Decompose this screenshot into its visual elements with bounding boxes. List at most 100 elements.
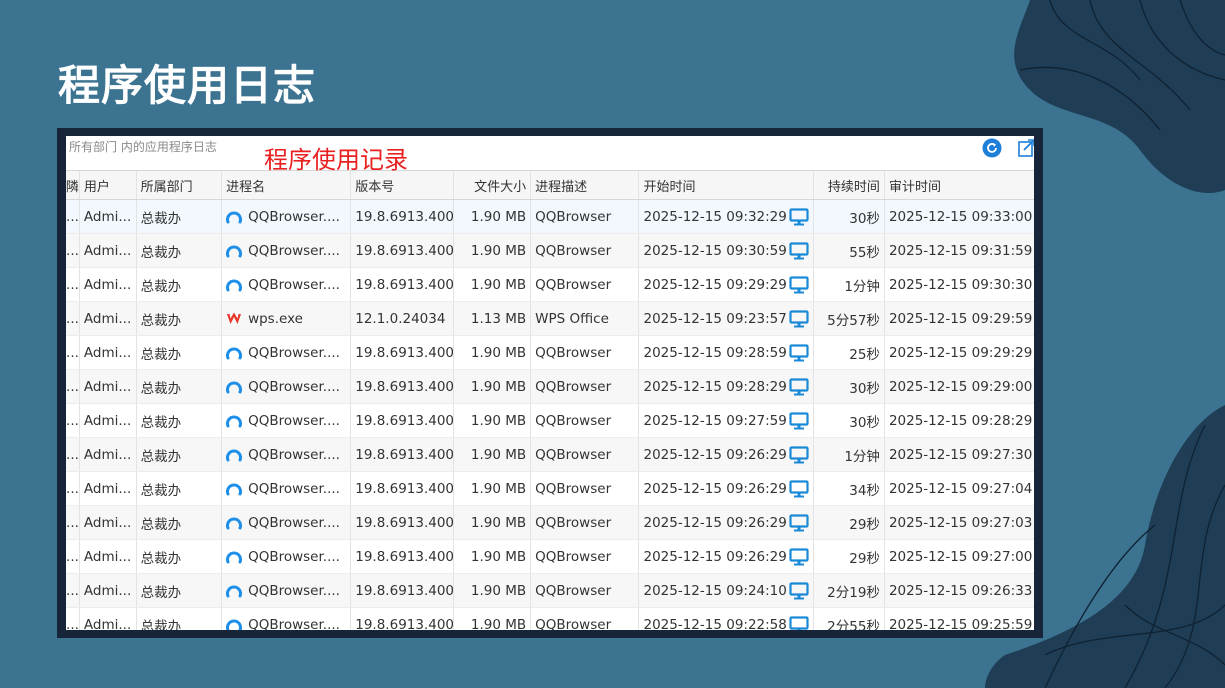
qqbrowser-icon [226, 279, 243, 291]
department-cell: 总裁办 [137, 438, 223, 471]
version-cell: 19.8.6913.400 [351, 336, 454, 369]
user-cell: Admi... [80, 302, 137, 335]
column-header-start-time[interactable]: 开始时间 [639, 171, 815, 199]
column-header-0[interactable]: 隣 [66, 171, 80, 199]
process-cell: QQBrowser.... [222, 540, 352, 573]
column-header-user[interactable]: 用户 [80, 171, 137, 199]
table-row[interactable]: ... Admi... 总裁办 QQBrowser.... 19.8.6913.400 1… [66, 404, 1034, 438]
process-cell: QQBrowser.... [222, 472, 352, 505]
version-cell: 19.8.6913.400 [351, 472, 454, 505]
table-row[interactable]: ... Admi... 总裁办 QQBrowser.... 19.8.6913.400 1… [66, 268, 1034, 302]
start-time-cell: 2025-12-15 09:26:29 [639, 540, 815, 573]
file-size-cell: 1.90 MB [454, 574, 532, 607]
qqbrowser-icon [226, 347, 243, 359]
start-time-cell: 2025-12-15 09:22:58 [639, 608, 815, 631]
column-header-file-size[interactable]: 文件大小 [454, 171, 532, 199]
user-cell: Admi... [80, 472, 137, 505]
process-cell: QQBrowser.... [222, 506, 352, 539]
process-name: wps.exe [248, 310, 303, 327]
column-header-version[interactable]: 版本号 [351, 171, 454, 199]
monitor-icon[interactable] [789, 343, 809, 362]
version-cell: 19.8.6913.400 [351, 506, 454, 539]
version-cell: 19.8.6913.400 [351, 370, 454, 403]
export-icon[interactable] [1018, 138, 1034, 158]
file-size-cell: 1.90 MB [454, 234, 532, 267]
version-cell: 12.1.0.24034 [351, 302, 454, 335]
file-size-cell: 1.90 MB [454, 608, 532, 630]
department-cell: 总裁办 [137, 574, 223, 607]
department-cell: 总裁办 [137, 200, 223, 233]
process-cell: QQBrowser.... [222, 234, 352, 267]
file-size-cell: 1.90 MB [454, 200, 532, 233]
qqbrowser-icon [226, 415, 243, 427]
monitor-icon[interactable] [789, 207, 809, 226]
column-header-audit-time[interactable]: 审计时间 [885, 171, 1034, 199]
screenshot-frame: 所有部门 内的应用程序日志 程序使用记录 隣 用户 所属部门 进程名 版本号 文… [57, 128, 1043, 638]
monitor-icon[interactable] [789, 411, 809, 430]
start-time-cell: 2025-12-15 09:32:29 [639, 200, 815, 233]
table-row[interactable]: ... Admi... 总裁办 wps.exe 12.1.0.24034 1.13 MB W… [66, 302, 1034, 336]
start-time: 2025-12-15 09:32:29 [643, 208, 787, 225]
file-size-cell: 1.90 MB [454, 268, 532, 301]
table-row[interactable]: ... Admi... 总裁办 QQBrowser.... 19.8.6913.400 1… [66, 472, 1034, 506]
process-name: QQBrowser.... [248, 446, 340, 463]
row-marker: ... [66, 302, 80, 335]
process-name: QQBrowser.... [248, 344, 340, 361]
table-row[interactable]: ... Admi... 总裁办 QQBrowser.... 19.8.6913.400 1… [66, 234, 1034, 268]
start-time: 2025-12-15 09:28:59 [643, 344, 787, 361]
monitor-icon[interactable] [789, 615, 809, 631]
department-cell: 总裁办 [137, 540, 223, 573]
table-row[interactable]: ... Admi... 总裁办 QQBrowser.... 19.8.6913.400 1… [66, 506, 1034, 540]
table-row[interactable]: ... Admi... 总裁办 QQBrowser.... 19.8.6913.400 1… [66, 574, 1034, 608]
monitor-icon[interactable] [789, 275, 809, 294]
user-cell: Admi... [80, 268, 137, 301]
process-name: QQBrowser.... [248, 480, 340, 497]
table-body: ... Admi... 总裁办 QQBrowser.... 19.8.6913.400 1… [66, 200, 1034, 630]
start-time: 2025-12-15 09:29:29 [643, 276, 787, 293]
start-time-cell: 2025-12-15 09:26:29 [639, 438, 815, 471]
table-row[interactable]: ... Admi... 总裁办 QQBrowser.... 19.8.6913.400 1… [66, 336, 1034, 370]
department-cell: 总裁办 [137, 370, 223, 403]
qqbrowser-icon [226, 449, 243, 461]
start-time: 2025-12-15 09:26:29 [643, 480, 787, 497]
monitor-icon[interactable] [789, 479, 809, 498]
table-row[interactable]: ... Admi... 总裁办 QQBrowser.... 19.8.6913.400 1… [66, 438, 1034, 472]
process-name: QQBrowser.... [248, 378, 340, 395]
caption-bar: 所有部门 内的应用程序日志 [66, 136, 1034, 162]
table-row[interactable]: ... Admi... 总裁办 QQBrowser.... 19.8.6913.400 1… [66, 608, 1034, 630]
qqbrowser-icon [226, 551, 243, 563]
monitor-icon[interactable] [789, 377, 809, 396]
monitor-icon[interactable] [789, 581, 809, 600]
user-cell: Admi... [80, 234, 137, 267]
duration-cell: 2分55秒 [814, 608, 885, 630]
column-header-process[interactable]: 进程名 [222, 171, 352, 199]
monitor-icon[interactable] [789, 513, 809, 532]
version-cell: 19.8.6913.400 [351, 234, 454, 267]
user-cell: Admi... [80, 404, 137, 437]
duration-cell: 2分19秒 [814, 574, 885, 607]
row-marker: ... [66, 234, 80, 267]
audit-time-cell: 2025-12-15 09:30:30 [888, 276, 1033, 293]
user-cell: Admi... [80, 336, 137, 369]
start-time-cell: 2025-12-15 09:24:10 [639, 574, 815, 607]
monitor-icon[interactable] [789, 445, 809, 464]
audit-time-cell: 2025-12-15 09:29:59 [888, 310, 1033, 327]
monitor-icon[interactable] [789, 241, 809, 260]
monitor-icon[interactable] [789, 309, 809, 328]
audit-time-cell: 2025-12-15 09:28:29 [888, 412, 1033, 429]
table-row[interactable]: ... Admi... 总裁办 QQBrowser.... 19.8.6913.400 1… [66, 540, 1034, 574]
refresh-icon[interactable] [982, 138, 1002, 158]
process-cell: QQBrowser.... [222, 268, 352, 301]
audit-time-cell: 2025-12-15 09:27:04 [888, 480, 1033, 497]
column-header-duration[interactable]: 持续时间 [814, 171, 885, 199]
table-row[interactable]: ... Admi... 总裁办 QQBrowser.... 19.8.6913.400 1… [66, 200, 1034, 234]
table-row[interactable]: ... Admi... 总裁办 QQBrowser.... 19.8.6913.400 1… [66, 370, 1034, 404]
column-header-department[interactable]: 所属部门 [137, 171, 223, 199]
monitor-icon[interactable] [789, 547, 809, 566]
start-time-cell: 2025-12-15 09:27:59 [639, 404, 815, 437]
column-header-description[interactable]: 进程描述 [531, 171, 640, 199]
start-time: 2025-12-15 09:24:10 [643, 582, 787, 599]
audit-time-cell: 2025-12-15 09:29:29 [888, 344, 1033, 361]
file-size-cell: 1.90 MB [454, 336, 532, 369]
app-window: 所有部门 内的应用程序日志 程序使用记录 隣 用户 所属部门 进程名 版本号 文… [66, 136, 1034, 630]
